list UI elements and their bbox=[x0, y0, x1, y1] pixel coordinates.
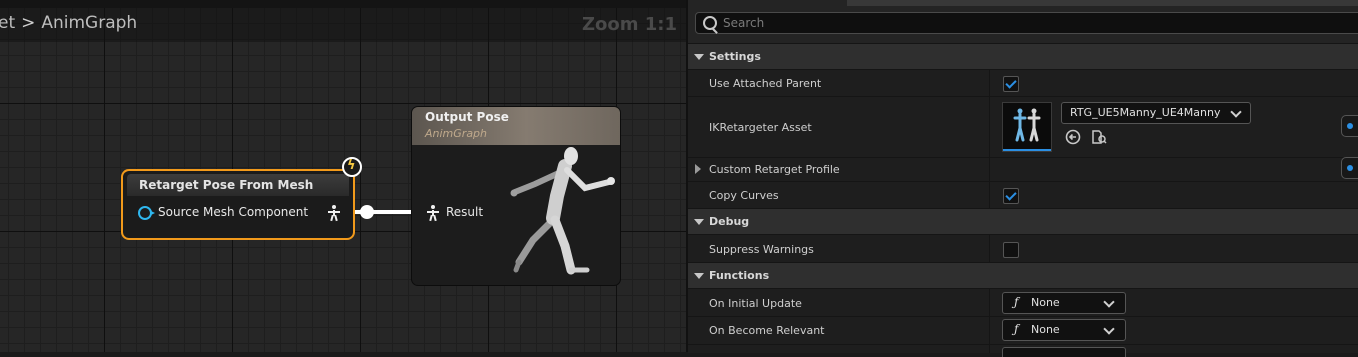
search-icon bbox=[703, 16, 717, 30]
graph-header: et > AnimGraph Zoom 1:1 bbox=[0, 8, 686, 42]
breadcrumb-item-animgraph[interactable]: AnimGraph bbox=[41, 13, 137, 33]
node-title: Output Pose bbox=[425, 110, 509, 124]
property-label: Suppress Warnings bbox=[709, 243, 814, 256]
property-on-initial-update: On Initial Update ƒ None bbox=[688, 288, 1358, 317]
caret-down-icon[interactable] bbox=[694, 54, 704, 60]
chevron-right-icon: > bbox=[21, 13, 36, 33]
pin-label: Result bbox=[446, 205, 484, 219]
suppress-warnings-checkbox[interactable] bbox=[1003, 242, 1019, 258]
category-settings[interactable]: Settings bbox=[688, 43, 1358, 70]
browse-asset-icon[interactable] bbox=[1091, 129, 1107, 145]
property-copy-curves: Copy Curves bbox=[688, 181, 1358, 209]
asset-name: RTG_UE5Manny_UE4Manny bbox=[1070, 106, 1221, 119]
panel-tab-strip bbox=[847, 0, 1358, 6]
category-label: Settings bbox=[709, 50, 761, 63]
use-selected-asset-icon[interactable] bbox=[1065, 129, 1081, 145]
column-divider[interactable] bbox=[989, 182, 990, 209]
caret-right-icon[interactable] bbox=[695, 164, 701, 174]
property-label: Use Attached Parent bbox=[709, 77, 822, 90]
ikretargeter-asset-dropdown[interactable]: RTG_UE5Manny_UE4Manny bbox=[1061, 102, 1251, 124]
asset-thumbnail[interactable] bbox=[1002, 102, 1052, 152]
property-label: IKRetargeter Asset bbox=[709, 121, 812, 134]
column-divider[interactable] bbox=[989, 235, 990, 263]
column-divider[interactable] bbox=[989, 70, 990, 97]
column-divider[interactable] bbox=[989, 158, 990, 182]
graph-top-strip bbox=[0, 0, 686, 8]
breadcrumb-item-parent[interactable]: et bbox=[0, 13, 15, 33]
on-initial-update-dropdown[interactable]: ƒ None bbox=[1002, 292, 1126, 314]
details-panel: Search Settings Use Attached Parent IKRe… bbox=[688, 0, 1358, 357]
column-divider[interactable] bbox=[989, 289, 990, 317]
column-divider[interactable] bbox=[989, 97, 990, 158]
chevron-down-icon bbox=[1230, 106, 1242, 118]
property-on-become-relevant: On Become Relevant ƒ None bbox=[688, 316, 1358, 345]
caret-down-icon[interactable] bbox=[694, 219, 704, 225]
category-label: Debug bbox=[709, 215, 750, 228]
node-retarget-pose-from-mesh[interactable]: Retarget Pose From Mesh Source Mesh Comp… bbox=[121, 169, 355, 240]
next-function-dropdown[interactable] bbox=[1002, 347, 1126, 357]
function-icon: ƒ bbox=[1014, 295, 1019, 309]
property-use-attached-parent: Use Attached Parent bbox=[688, 69, 1358, 97]
pin-label: Source Mesh Component bbox=[158, 205, 309, 219]
property-label: Custom Retarget Profile bbox=[709, 163, 840, 176]
use-attached-parent-checkbox[interactable] bbox=[1003, 76, 1019, 92]
chevron-down-icon bbox=[1103, 323, 1115, 335]
breadcrumb: et > AnimGraph bbox=[0, 13, 137, 33]
mannequin-preview-icon bbox=[510, 147, 615, 275]
property-label: Copy Curves bbox=[709, 189, 779, 202]
zoom-label: Zoom 1:1 bbox=[581, 14, 677, 35]
pose-input-pin-icon[interactable] bbox=[426, 205, 440, 222]
copy-curves-checkbox[interactable] bbox=[1003, 188, 1019, 204]
anim-graph-canvas[interactable]: et > AnimGraph Zoom 1:1 Retarget Pose From… bbox=[0, 0, 686, 352]
category-functions[interactable]: Functions bbox=[688, 262, 1358, 289]
asset-options-button[interactable] bbox=[1341, 115, 1358, 137]
chevron-down-icon bbox=[1103, 296, 1115, 308]
node-title-bar[interactable]: Output Pose AnimGraph bbox=[412, 107, 620, 145]
node-title-bar[interactable]: Retarget Pose From Mesh bbox=[127, 174, 349, 196]
wire-reroute-knot[interactable] bbox=[360, 205, 374, 219]
node-subtitle: AnimGraph bbox=[425, 127, 488, 140]
on-become-relevant-dropdown[interactable]: ƒ None bbox=[1002, 319, 1126, 341]
profile-options-button[interactable] bbox=[1341, 157, 1358, 179]
column-divider[interactable] bbox=[989, 317, 990, 345]
function-icon: ƒ bbox=[1014, 322, 1019, 336]
search-input[interactable]: Search bbox=[695, 12, 1358, 34]
object-pin-icon[interactable] bbox=[138, 206, 155, 220]
property-suppress-warnings: Suppress Warnings bbox=[688, 234, 1358, 263]
selected-function: None bbox=[1031, 296, 1060, 309]
property-label: On Initial Update bbox=[709, 297, 802, 310]
selected-function: None bbox=[1031, 323, 1060, 336]
property-custom-retarget-profile[interactable]: Custom Retarget Profile bbox=[688, 157, 1358, 182]
category-debug[interactable]: Debug bbox=[688, 208, 1358, 235]
lightning-icon: ϟ bbox=[342, 157, 362, 177]
pose-output-pin-icon[interactable] bbox=[327, 205, 341, 222]
search-placeholder: Search bbox=[723, 16, 765, 30]
pin-source-mesh-component[interactable]: Source Mesh Component bbox=[135, 204, 343, 222]
category-label: Functions bbox=[709, 269, 770, 282]
property-label: On Become Relevant bbox=[709, 324, 825, 337]
caret-down-icon[interactable] bbox=[694, 273, 704, 279]
node-title: Retarget Pose From Mesh bbox=[139, 178, 314, 192]
